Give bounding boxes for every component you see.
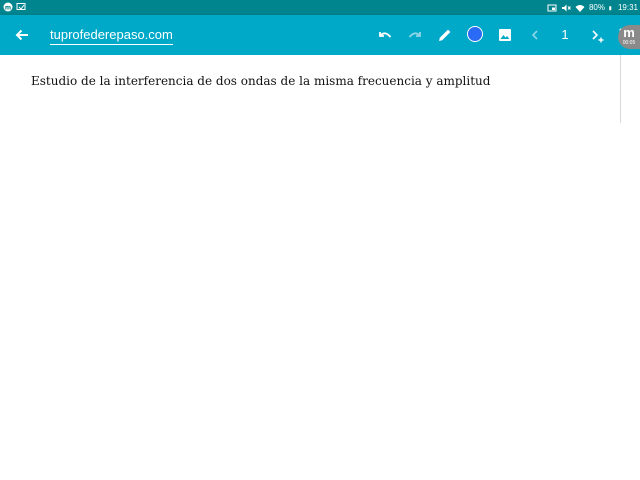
recorder-icon: m <box>623 25 635 40</box>
status-right: 80% 19:31 <box>547 2 638 13</box>
floating-recorder-badge[interactable]: m 00:05 <box>618 25 640 49</box>
clock: 19:31 <box>617 3 638 12</box>
previous-page-icon[interactable] <box>525 25 545 45</box>
document-title: Estudio de la interferencia de dos ondas… <box>31 74 491 88</box>
page-edge-line <box>620 55 621 123</box>
undo-icon[interactable] <box>375 25 395 45</box>
next-page-add-icon[interactable] <box>588 25 608 45</box>
cast-icon <box>547 4 557 11</box>
back-arrow-icon[interactable] <box>12 25 32 45</box>
document-canvas[interactable]: Estudio de la interferencia de dos ondas… <box>0 55 640 480</box>
svg-text:m: m <box>5 4 11 11</box>
screen-share-icon <box>16 3 26 10</box>
image-icon[interactable] <box>495 25 515 45</box>
recorder-time: 00:05 <box>622 40 636 46</box>
page-number: 1 <box>561 27 569 42</box>
status-bar: m 80% 19:31 <box>0 0 640 15</box>
battery-icon <box>609 5 612 10</box>
status-left: m <box>3 2 26 12</box>
pencil-icon[interactable] <box>435 25 455 45</box>
app-notification-icon: m <box>3 2 13 12</box>
url-text[interactable]: tuprofederepaso.com <box>50 27 173 45</box>
redo-icon[interactable] <box>405 25 425 45</box>
mute-icon <box>561 4 571 11</box>
color-picker-button[interactable] <box>467 26 483 42</box>
battery-percent: 80% <box>588 3 605 12</box>
wifi-icon <box>575 4 585 12</box>
app-toolbar: tuprofederepaso.com 1 m 00:05 <box>0 15 640 55</box>
